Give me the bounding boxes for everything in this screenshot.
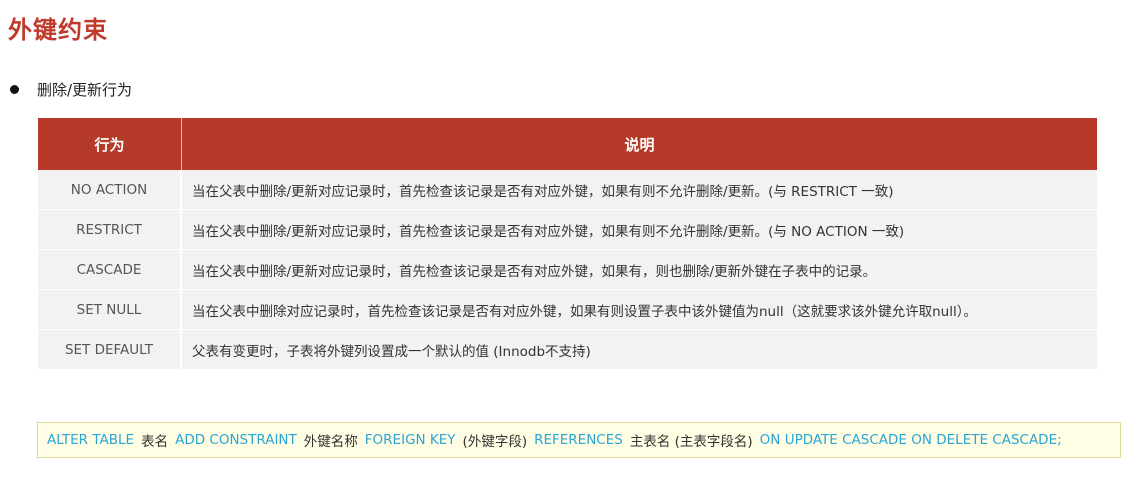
sql-placeholder: 表名 — [141, 434, 169, 450]
behavior-cell: SET NULL — [38, 290, 182, 330]
sql-keyword: REFERENCES — [534, 432, 623, 448]
sql-keyword: ADD CONSTRAINT — [175, 432, 297, 448]
behavior-cell: CASCADE — [38, 250, 182, 290]
table-header-row: 行为 说明 — [38, 118, 1097, 170]
sql-placeholder: (外键字段) — [462, 434, 528, 450]
behavior-table: 行为 说明 NO ACTION 当在父表中删除/更新对应记录时，首先检查该记录是… — [38, 118, 1097, 370]
description-cell: 父表有变更时，子表将外键列设置成一个默认的值 (Innodb不支持) — [182, 330, 1097, 370]
header-behavior: 行为 — [38, 118, 182, 170]
description-cell: 当在父表中删除/更新对应记录时，首先检查该记录是否有对应外键，如果有则不允许删除… — [182, 170, 1097, 210]
description-cell: 当在父表中删除/更新对应记录时，首先检查该记录是否有对应外键，如果有，则也删除/… — [182, 250, 1097, 290]
sql-syntax-box: ALTER TABLE 表名 ADD CONSTRAINT 外键名称 FOREI… — [37, 422, 1121, 458]
behavior-cell: NO ACTION — [38, 170, 182, 210]
bullet-item: 删除/更新行为 — [10, 78, 132, 100]
table-row: NO ACTION 当在父表中删除/更新对应记录时，首先检查该记录是否有对应外键… — [38, 170, 1097, 210]
bullet-text: 删除/更新行为 — [37, 80, 133, 99]
bullet-dot-icon — [10, 84, 19, 94]
sql-placeholder: 外键名称 — [303, 434, 358, 450]
table-row: CASCADE 当在父表中删除/更新对应记录时，首先检查该记录是否有对应外键，如… — [38, 250, 1097, 290]
description-cell: 当在父表中删除对应记录时，首先检查该记录是否有对应外键，如果有则设置子表中该外键… — [182, 290, 1097, 330]
table-row: SET NULL 当在父表中删除对应记录时，首先检查该记录是否有对应外键，如果有… — [38, 290, 1097, 330]
sql-keyword: FOREIGN KEY — [364, 432, 456, 448]
description-cell: 当在父表中删除/更新对应记录时，首先检查该记录是否有对应外键，如果有则不允许删除… — [182, 210, 1097, 250]
sql-keyword: ON UPDATE CASCADE ON DELETE CASCADE; — [759, 432, 1062, 448]
sql-placeholder: 主表名 (主表字段名) — [629, 434, 753, 450]
behavior-cell: RESTRICT — [38, 210, 182, 250]
page-title: 外键约束 — [8, 16, 108, 44]
header-description: 说明 — [182, 118, 1097, 170]
sql-keyword: ALTER TABLE — [47, 432, 135, 448]
behavior-cell: SET DEFAULT — [38, 330, 182, 370]
table-row: SET DEFAULT 父表有变更时，子表将外键列设置成一个默认的值 (Inno… — [38, 330, 1097, 370]
table-row: RESTRICT 当在父表中删除/更新对应记录时，首先检查该记录是否有对应外键，… — [38, 210, 1097, 250]
